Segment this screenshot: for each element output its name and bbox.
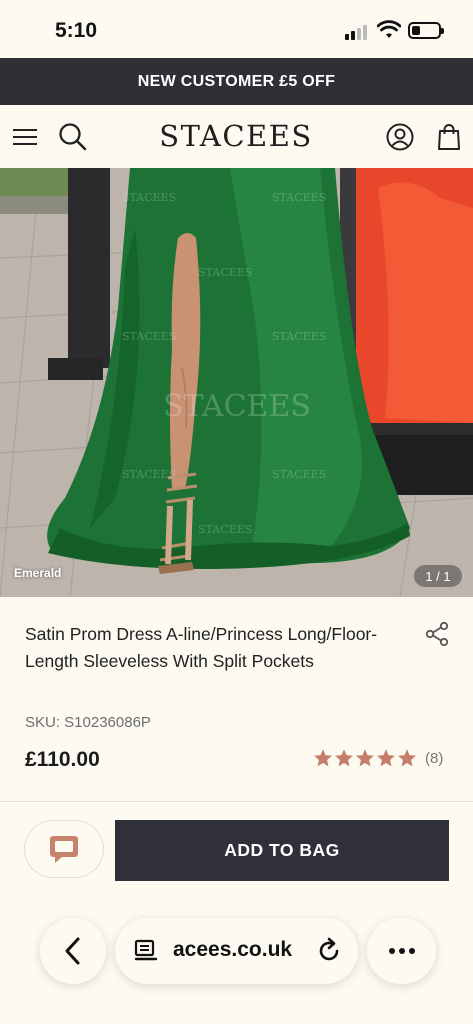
status-bar: 5:10	[0, 0, 473, 58]
account-icon[interactable]	[383, 105, 417, 168]
chat-icon	[50, 836, 78, 863]
battery-icon	[408, 22, 444, 39]
color-label: Emerald	[14, 566, 62, 580]
svg-text:STACEES: STACEES	[122, 191, 176, 204]
back-button[interactable]	[40, 918, 106, 984]
product-rating[interactable]: (8)	[313, 748, 443, 768]
svg-text:STACEES: STACEES	[272, 191, 326, 204]
svg-text:STACEES: STACEES	[272, 330, 326, 343]
menu-icon[interactable]	[10, 105, 40, 168]
review-count[interactable]: (8)	[425, 750, 443, 767]
rating-stars	[313, 748, 418, 768]
image-counter: 1 / 1	[414, 565, 462, 587]
search-icon[interactable]	[56, 105, 90, 168]
product-title: Satin Prom Dress A-line/Princess Long/Fl…	[25, 624, 378, 671]
bag-icon[interactable]	[434, 105, 464, 168]
url-text: acees.co.uk	[173, 938, 293, 961]
star-icon	[356, 749, 374, 767]
address-bar[interactable]: acees.co.uk	[115, 918, 358, 984]
svg-text:STACEES: STACEES	[272, 468, 326, 481]
share-icon[interactable]	[424, 621, 450, 647]
chat-button[interactable]	[24, 820, 104, 878]
chevron-left-icon	[65, 937, 80, 965]
promo-banner[interactable]: NEW CUSTOMER £5 OFF	[0, 58, 473, 105]
more-dot	[408, 948, 415, 954]
product-image[interactable]: STACEES STACEES STACEES STACEES STACEES …	[0, 168, 473, 597]
svg-text:STACEES: STACEES	[198, 523, 252, 536]
site-header: STACEES	[0, 105, 473, 168]
browser-toolbar: acees.co.uk	[0, 902, 473, 1024]
status-time: 5:10	[55, 19, 98, 42]
product-price: £110.00	[25, 748, 100, 771]
action-bar: ADD TO BAG	[0, 802, 473, 902]
star-icon	[377, 749, 395, 767]
svg-text:STACEES: STACEES	[163, 389, 311, 424]
star-icon	[335, 749, 353, 767]
product-info: Satin Prom Dress A-line/Princess Long/Fl…	[0, 597, 473, 802]
wifi-icon	[377, 20, 401, 38]
add-to-bag-button[interactable]: ADD TO BAG	[115, 820, 449, 881]
more-dot	[398, 948, 405, 954]
more-dot	[388, 948, 395, 954]
reader-icon[interactable]	[133, 938, 159, 964]
star-icon	[314, 749, 332, 767]
reload-icon[interactable]	[315, 937, 343, 965]
site-logo[interactable]: STACEES	[136, 119, 336, 153]
signal-icon	[345, 24, 371, 40]
svg-text:STACEES: STACEES	[122, 330, 176, 343]
star-icon	[398, 749, 416, 767]
more-options-button[interactable]	[367, 918, 436, 984]
svg-text:STACEES: STACEES	[198, 266, 252, 279]
svg-text:STACEES: STACEES	[122, 468, 176, 481]
product-sku: SKU: S10236086P	[25, 714, 151, 731]
